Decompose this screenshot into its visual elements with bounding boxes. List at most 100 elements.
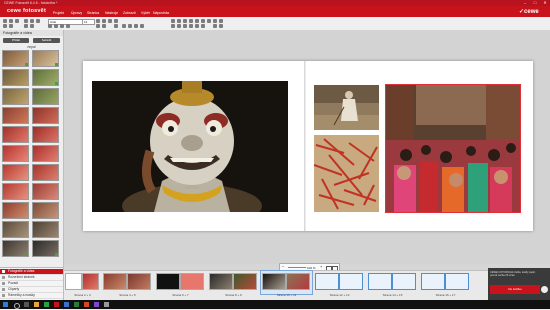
- menu-nastroje[interactable]: Nástroje: [105, 11, 118, 15]
- photo-chilies[interactable]: [314, 135, 379, 212]
- search-icon[interactable]: [14, 302, 20, 309]
- photo-thumbnail[interactable]: [32, 126, 59, 143]
- spread-thumbnail[interactable]: Strana 2 + 3: [64, 271, 101, 297]
- shadow-icon[interactable]: [171, 24, 175, 28]
- clipart-icon[interactable]: [189, 24, 193, 28]
- delete-icon[interactable]: [24, 24, 28, 28]
- spread-thumbnail[interactable]: Strana 4 + 5: [102, 271, 153, 297]
- redo-icon[interactable]: [9, 24, 13, 28]
- section-cliparts[interactable]: Cliparty: [0, 287, 63, 293]
- section-frames[interactable]: Rámečky a masky: [0, 293, 63, 299]
- spread-thumbnail[interactable]: Strana 8 + 9: [208, 271, 259, 297]
- save-icon[interactable]: [15, 18, 19, 23]
- photo-thumbnail[interactable]: [32, 202, 59, 219]
- paste-icon[interactable]: [36, 18, 40, 23]
- menu-napoveda[interactable]: Nápověda: [153, 11, 169, 15]
- arrange-back-icon[interactable]: [177, 18, 181, 23]
- print-icon[interactable]: [30, 24, 34, 28]
- fit-icon[interactable]: [201, 24, 205, 28]
- line-spacing-icon[interactable]: [96, 24, 100, 28]
- excel-icon[interactable]: [74, 302, 79, 307]
- info-icon[interactable]: [219, 24, 223, 28]
- justify-icon[interactable]: [66, 24, 70, 28]
- photo-thumbnail[interactable]: [32, 69, 59, 86]
- cewe-app-icon[interactable]: [54, 302, 59, 307]
- photo-crowd[interactable]: [385, 84, 521, 213]
- menu-zobrazit[interactable]: Zobrazit: [123, 11, 136, 15]
- cut-icon[interactable]: [24, 18, 28, 23]
- add-photos-button[interactable]: Přidat: [3, 38, 29, 43]
- photo-thumbnail[interactable]: [2, 69, 29, 86]
- rotate-icon[interactable]: [122, 24, 126, 28]
- fill-page-icon[interactable]: [195, 24, 199, 28]
- spread-thumbnail[interactable]: Strana 6 + 7: [155, 271, 206, 297]
- align-left-icon[interactable]: [48, 24, 52, 28]
- photo-thumbnail[interactable]: [2, 88, 29, 105]
- section-layouts[interactable]: Rozvržení stránek: [0, 275, 63, 281]
- bold-icon[interactable]: [96, 18, 100, 23]
- align-center-icon[interactable]: [54, 24, 58, 28]
- photo-thumbnail[interactable]: [32, 145, 59, 162]
- arrange-front-icon[interactable]: [171, 18, 175, 23]
- photo-thumbnail[interactable]: [2, 50, 29, 67]
- powerpoint-icon[interactable]: [84, 302, 89, 307]
- menu-stranka[interactable]: Stránka: [87, 11, 99, 15]
- menu-vyber[interactable]: Výběr: [141, 11, 150, 15]
- photo-thumbnail[interactable]: [32, 164, 59, 181]
- zoom-slider[interactable]: [288, 267, 306, 268]
- undo-icon[interactable]: [3, 24, 7, 28]
- indent-icon[interactable]: [102, 24, 106, 28]
- photo-thumbnail[interactable]: [2, 164, 29, 181]
- photo-thumbnail[interactable]: [32, 240, 59, 257]
- zoom-out-icon[interactable]: −: [282, 265, 286, 269]
- spread-thumbnail[interactable]: Strana 16 + 17: [420, 271, 471, 297]
- spread-thumbnail[interactable]: Strana 14 + 15: [367, 271, 418, 297]
- help-icon[interactable]: [213, 24, 217, 28]
- section-photos[interactable]: Fotografie a videa: [0, 269, 63, 275]
- task-view-icon[interactable]: [24, 302, 29, 307]
- ungroup-icon[interactable]: [189, 18, 193, 23]
- text-box-icon[interactable]: [114, 24, 118, 28]
- photo-thumbnail[interactable]: [2, 145, 29, 162]
- open-icon[interactable]: [9, 18, 13, 23]
- new-icon[interactable]: [3, 18, 7, 23]
- italic-icon[interactable]: [102, 18, 106, 23]
- opacity-icon[interactable]: [183, 24, 187, 28]
- add-to-cart-button[interactable]: Do košíku: [490, 285, 540, 294]
- photo-thumbnail[interactable]: [2, 126, 29, 143]
- app-icon[interactable]: [94, 302, 99, 307]
- sort-photos-button[interactable]: Seřadit: [33, 38, 60, 43]
- text-color-icon[interactable]: [114, 18, 118, 23]
- copy-icon[interactable]: [30, 18, 34, 23]
- underline-icon[interactable]: [108, 18, 112, 23]
- photo-old-man[interactable]: [314, 85, 379, 130]
- photo-thumbnail[interactable]: [2, 183, 29, 200]
- flip-icon[interactable]: [128, 24, 132, 28]
- align-objects-icon[interactable]: [195, 18, 199, 23]
- group-icon[interactable]: [183, 18, 187, 23]
- photo-thumbnail[interactable]: [32, 183, 59, 200]
- border-icon[interactable]: [177, 24, 181, 28]
- photo-thumbnail[interactable]: [2, 240, 29, 257]
- section-backgrounds[interactable]: Pozadí: [0, 281, 63, 287]
- photo-thumbnail[interactable]: [32, 88, 59, 105]
- browser-icon[interactable]: [44, 302, 49, 307]
- photo-thumbnail[interactable]: [32, 221, 59, 238]
- distribute-icon[interactable]: [201, 18, 205, 23]
- photo-thumbnail[interactable]: [2, 107, 29, 124]
- font-size-select[interactable]: 12: [82, 18, 95, 25]
- spread-thumbnail[interactable]: Strana 12 + 13: [314, 271, 365, 297]
- photo-thumbnail[interactable]: [2, 221, 29, 238]
- photo-thumbnail[interactable]: [32, 107, 59, 124]
- photo-thumbnail[interactable]: [2, 202, 29, 219]
- explorer-icon[interactable]: [34, 302, 39, 307]
- preview-icon[interactable]: [219, 18, 223, 23]
- grid-icon[interactable]: [207, 18, 211, 23]
- start-icon[interactable]: [3, 302, 8, 307]
- crop-icon[interactable]: [134, 24, 138, 28]
- effects-icon[interactable]: [140, 24, 144, 28]
- menu-upravy[interactable]: Úpravy: [71, 11, 82, 15]
- align-right-icon[interactable]: [60, 24, 64, 28]
- menu-projekt[interactable]: Projekt: [53, 11, 64, 15]
- app-icon[interactable]: [104, 302, 109, 307]
